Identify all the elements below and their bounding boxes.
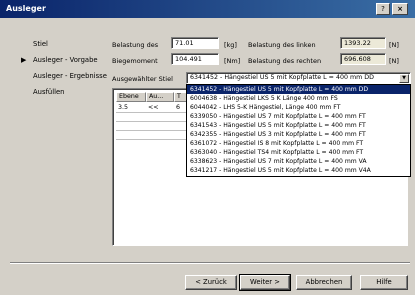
belastung-rechts-unit: [N] <box>389 57 399 65</box>
dropdown-option[interactable]: 6341217 - Hängestiel US 5 mit Kopfplatte… <box>187 166 410 175</box>
grid-cell-au[interactable]: << <box>146 103 174 112</box>
dropdown-option[interactable]: 6044042 - LHS 5-K Hängestiel, Länge 400 … <box>187 103 410 112</box>
belastung-rechts-label: Belastung des rechten <box>248 57 322 65</box>
title-bar: Ausleger ? × <box>0 0 415 18</box>
help-button[interactable]: Hilfe <box>360 275 408 290</box>
stiel-dropdown-list[interactable]: 6341452 - Hängestiel US 5 mit Kopfplatte… <box>186 84 411 177</box>
selected-stiel-combo[interactable]: 6341452 - Hängestiel US 5 mit Kopfplatte… <box>186 72 411 84</box>
dropdown-option[interactable]: 6361072 - Hängestiel IS 8 mit Kopfplatte… <box>187 139 410 148</box>
selected-stiel-value: 6341452 - Hängestiel US 5 mit Kopfplatte… <box>190 74 374 81</box>
dropdown-option[interactable]: 6341452 - Hängestiel US 5 mit Kopfplatte… <box>187 85 410 94</box>
biegemoment-label: Biegemoment <box>112 57 158 65</box>
active-step-arrow-icon: ▶ <box>21 56 27 64</box>
grid-row-line <box>116 121 186 122</box>
belastung-rechts-field: 696.608 <box>340 53 386 65</box>
help-title-button[interactable]: ? <box>376 3 390 15</box>
grid-row-line <box>116 112 186 113</box>
back-button[interactable]: < Zurück <box>185 275 237 290</box>
biegemoment-unit: [Nm] <box>224 57 241 65</box>
dropdown-option[interactable]: 6004638 - Hängestiel LKS 5 K Länge 400 m… <box>187 94 410 103</box>
nav-item-ausleger-ergebnisse[interactable]: Ausleger - Ergebnisse <box>33 72 107 80</box>
belastung-des-field[interactable]: 71.01 <box>171 37 219 49</box>
next-button[interactable]: Weiter > <box>239 274 291 291</box>
dropdown-option[interactable]: 6338623 - Hängestiel US 7 mit Kopfplatte… <box>187 157 410 166</box>
grid-row-line <box>116 139 186 140</box>
chevron-down-icon[interactable]: ▼ <box>399 74 409 83</box>
grid-row-line <box>116 130 186 131</box>
biegemoment-field[interactable]: 104.491 <box>171 53 219 65</box>
dropdown-option[interactable]: 6363040 - Hängestiel TS4 mit Kopfplatte … <box>187 148 410 157</box>
cancel-button[interactable]: Abbrechen <box>296 275 352 290</box>
grid-header-au[interactable]: Au... <box>146 92 174 102</box>
nav-item-stiel[interactable]: Stiel <box>33 40 48 48</box>
window-title: Ausleger <box>6 4 46 13</box>
grid-cell-ebene[interactable]: 3.5 <box>116 103 146 112</box>
button-separator <box>10 262 410 264</box>
close-button[interactable]: × <box>392 3 408 15</box>
dropdown-option[interactable]: 6342355 - Hängestiel US 3 mit Kopfplatte… <box>187 130 410 139</box>
belastung-links-unit: [N] <box>389 41 399 49</box>
selected-stiel-label: Ausgewählter Stiel <box>112 75 173 83</box>
belastung-links-field: 1393.22 <box>340 37 386 49</box>
dropdown-option[interactable]: 6339050 - Hängestiel US 7 mit Kopfplatte… <box>187 112 410 121</box>
dropdown-option[interactable]: 6341543 - Hängestiel US 5 mit Kopfplatte… <box>187 121 410 130</box>
belastung-des-unit: [kg] <box>224 41 237 49</box>
grid-header-ebene[interactable]: Ebene <box>116 92 146 102</box>
belastung-des-label: Belastung des <box>112 41 159 49</box>
nav-item-ausfuellen[interactable]: Ausfüllen <box>33 88 64 96</box>
belastung-links-label: Belastung des linken <box>248 41 316 49</box>
nav-item-ausleger-vorgabe[interactable]: Ausleger - Vorgabe <box>33 56 98 64</box>
